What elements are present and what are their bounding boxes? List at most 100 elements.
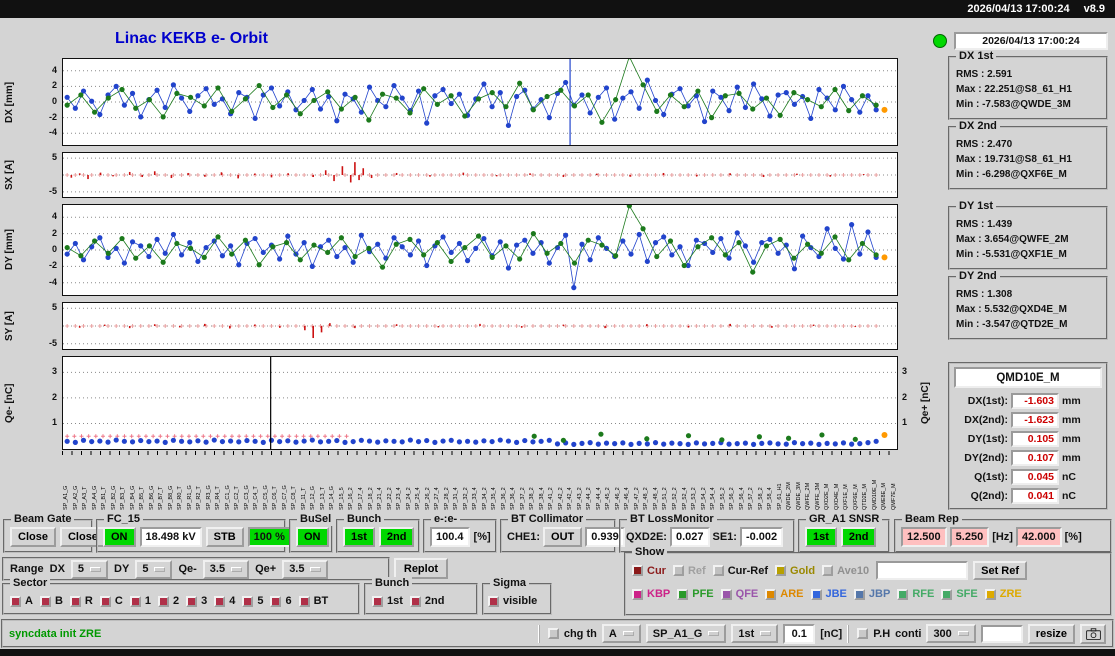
zre-checkbox-item[interactable]: ZRE bbox=[985, 588, 1022, 600]
dx-2nd-rms: RMS : 2.470 bbox=[956, 137, 1102, 152]
checkbox-indicator[interactable] bbox=[985, 589, 996, 600]
6-checkbox-item[interactable]: 6 bbox=[270, 595, 291, 607]
2-checkbox-item[interactable]: 2 bbox=[158, 595, 179, 607]
checkbox-indicator[interactable] bbox=[677, 589, 688, 600]
bpm-axis-label: SP_47_2 bbox=[633, 456, 641, 510]
che1-out-button[interactable]: OUT bbox=[543, 527, 582, 547]
3-checkbox-item[interactable]: 3 bbox=[186, 595, 207, 607]
checkbox-indicator[interactable] bbox=[632, 589, 643, 600]
ref-input[interactable] bbox=[876, 561, 968, 580]
sp-select[interactable]: SP_A1_G bbox=[646, 624, 727, 643]
range-dx-select[interactable]: 5 bbox=[71, 560, 108, 579]
gold-checkbox-item[interactable]: Gold bbox=[775, 565, 815, 577]
aux-input[interactable] bbox=[981, 625, 1023, 643]
range-dy-select[interactable]: 5 bbox=[135, 560, 172, 579]
qe-minus-axis-title: Qe- [nC] bbox=[4, 368, 20, 438]
kbp-checkbox-item[interactable]: KBP bbox=[632, 588, 670, 600]
dy-plot bbox=[62, 204, 898, 296]
dx-1st-stats-box: DX 1st RMS : 2.591 Max : 22.251@S8_61_H1… bbox=[948, 56, 1108, 120]
jbp-checkbox-item[interactable]: JBP bbox=[854, 588, 890, 600]
5-checkbox-item[interactable]: 5 bbox=[242, 595, 263, 607]
checkbox-indicator[interactable] bbox=[721, 589, 732, 600]
bunch-legend: Bunch bbox=[344, 513, 384, 526]
bunch-1st-button[interactable]: 1st bbox=[343, 527, 375, 547]
bt-checkbox-item[interactable]: BT bbox=[299, 595, 329, 607]
monitor-row-unit: nC bbox=[1062, 471, 1076, 483]
checkbox-indicator[interactable] bbox=[372, 596, 383, 607]
pane-separator[interactable] bbox=[847, 625, 852, 643]
gr-snsr-1st-button[interactable]: 1st bbox=[805, 527, 837, 547]
ave10-checkbox-item[interactable]: Ave10 bbox=[822, 565, 869, 577]
checkbox-indicator[interactable] bbox=[811, 589, 822, 600]
rfe-checkbox-item[interactable]: RFE bbox=[897, 588, 934, 600]
checkbox-indicator[interactable] bbox=[488, 596, 499, 607]
ref-checkbox-item[interactable]: Ref bbox=[673, 565, 706, 577]
4-checkbox-item[interactable]: 4 bbox=[214, 595, 235, 607]
1st-checkbox-item[interactable]: 1st bbox=[372, 595, 403, 607]
pane-separator[interactable] bbox=[538, 625, 543, 643]
bpm-axis-label: SP_R0_T bbox=[176, 456, 184, 510]
checkbox-indicator[interactable] bbox=[897, 589, 908, 600]
checkbox-indicator[interactable] bbox=[854, 589, 865, 600]
checkbox-indicator[interactable] bbox=[270, 596, 281, 607]
channel-select[interactable]: A bbox=[602, 624, 641, 643]
range-qe-minus-select[interactable]: 3.5 bbox=[203, 560, 249, 579]
checkbox-indicator[interactable] bbox=[410, 596, 421, 607]
c-checkbox-item[interactable]: C bbox=[100, 595, 123, 607]
a-checkbox-item[interactable]: A bbox=[10, 595, 33, 607]
checkbox-indicator[interactable] bbox=[158, 596, 169, 607]
checkbox-indicator[interactable] bbox=[713, 565, 724, 576]
selected-bpm-name: QMD10E_M bbox=[954, 367, 1102, 388]
checkbox-indicator[interactable] bbox=[242, 596, 253, 607]
set-ref-button[interactable]: Set Ref bbox=[973, 561, 1027, 580]
pfe-checkbox-item[interactable]: PFE bbox=[677, 588, 713, 600]
fc15-stb-button[interactable]: STB bbox=[206, 527, 244, 547]
checkbox-indicator[interactable] bbox=[673, 565, 684, 576]
checkbox-indicator[interactable] bbox=[822, 565, 833, 576]
beam-gate-close-1-button[interactable]: Close bbox=[10, 527, 56, 547]
threshold-field[interactable]: 0.1 bbox=[783, 624, 815, 644]
checkbox-indicator[interactable] bbox=[299, 596, 310, 607]
qfe-checkbox-item[interactable]: QFE bbox=[721, 588, 759, 600]
checkbox-indicator[interactable] bbox=[214, 596, 225, 607]
checkbox-indicator[interactable] bbox=[40, 596, 51, 607]
fc15-on-button[interactable]: ON bbox=[103, 527, 136, 547]
checkbox-label: ZRE bbox=[1000, 588, 1022, 600]
busel-on-button[interactable]: ON bbox=[296, 527, 329, 547]
beam-rep-legend: Beam Rep bbox=[902, 513, 962, 526]
gr-snsr-2nd-button[interactable]: 2nd bbox=[841, 527, 877, 547]
checkbox-indicator[interactable] bbox=[775, 565, 786, 576]
checkbox-indicator[interactable] bbox=[130, 596, 141, 607]
resize-button[interactable]: resize bbox=[1028, 624, 1075, 644]
checkbox-label: JBE bbox=[826, 588, 847, 600]
screenshot-button[interactable] bbox=[1080, 624, 1106, 644]
checkbox-indicator[interactable] bbox=[100, 596, 111, 607]
checkbox-label: PFE bbox=[692, 588, 713, 600]
bunch-select[interactable]: 1st bbox=[731, 624, 778, 643]
checkbox-indicator[interactable] bbox=[765, 589, 776, 600]
range-dx-value: 5 bbox=[78, 563, 84, 575]
2nd-checkbox-item[interactable]: 2nd bbox=[410, 595, 445, 607]
checkbox-indicator[interactable] bbox=[941, 589, 952, 600]
jbe-checkbox-item[interactable]: JBE bbox=[811, 588, 847, 600]
visible-checkbox-item[interactable]: visible bbox=[488, 595, 537, 607]
range-qe-plus-select[interactable]: 3.5 bbox=[282, 560, 328, 579]
1-checkbox-item[interactable]: 1 bbox=[130, 595, 151, 607]
rep-select[interactable]: 300 bbox=[926, 624, 975, 643]
chg-th-checkbox[interactable] bbox=[548, 628, 559, 639]
ph-checkbox[interactable] bbox=[857, 628, 868, 639]
cur-checkbox-item[interactable]: Cur bbox=[632, 565, 666, 577]
bunch-value: 1st bbox=[738, 628, 754, 640]
bunch-2nd-button[interactable]: 2nd bbox=[379, 527, 415, 547]
b-checkbox-item[interactable]: B bbox=[40, 595, 63, 607]
replot-button[interactable]: Replot bbox=[394, 558, 448, 579]
checkbox-indicator[interactable] bbox=[186, 596, 197, 607]
cur-ref-checkbox-item[interactable]: Cur-Ref bbox=[713, 565, 768, 577]
bpm-axis-label: QXF1E_M bbox=[842, 456, 850, 510]
checkbox-indicator[interactable] bbox=[632, 565, 643, 576]
checkbox-indicator[interactable] bbox=[10, 596, 21, 607]
sfe-checkbox-item[interactable]: SFE bbox=[941, 588, 977, 600]
are-checkbox-item[interactable]: ARE bbox=[765, 588, 803, 600]
r-checkbox-item[interactable]: R bbox=[70, 595, 93, 607]
checkbox-indicator[interactable] bbox=[70, 596, 81, 607]
